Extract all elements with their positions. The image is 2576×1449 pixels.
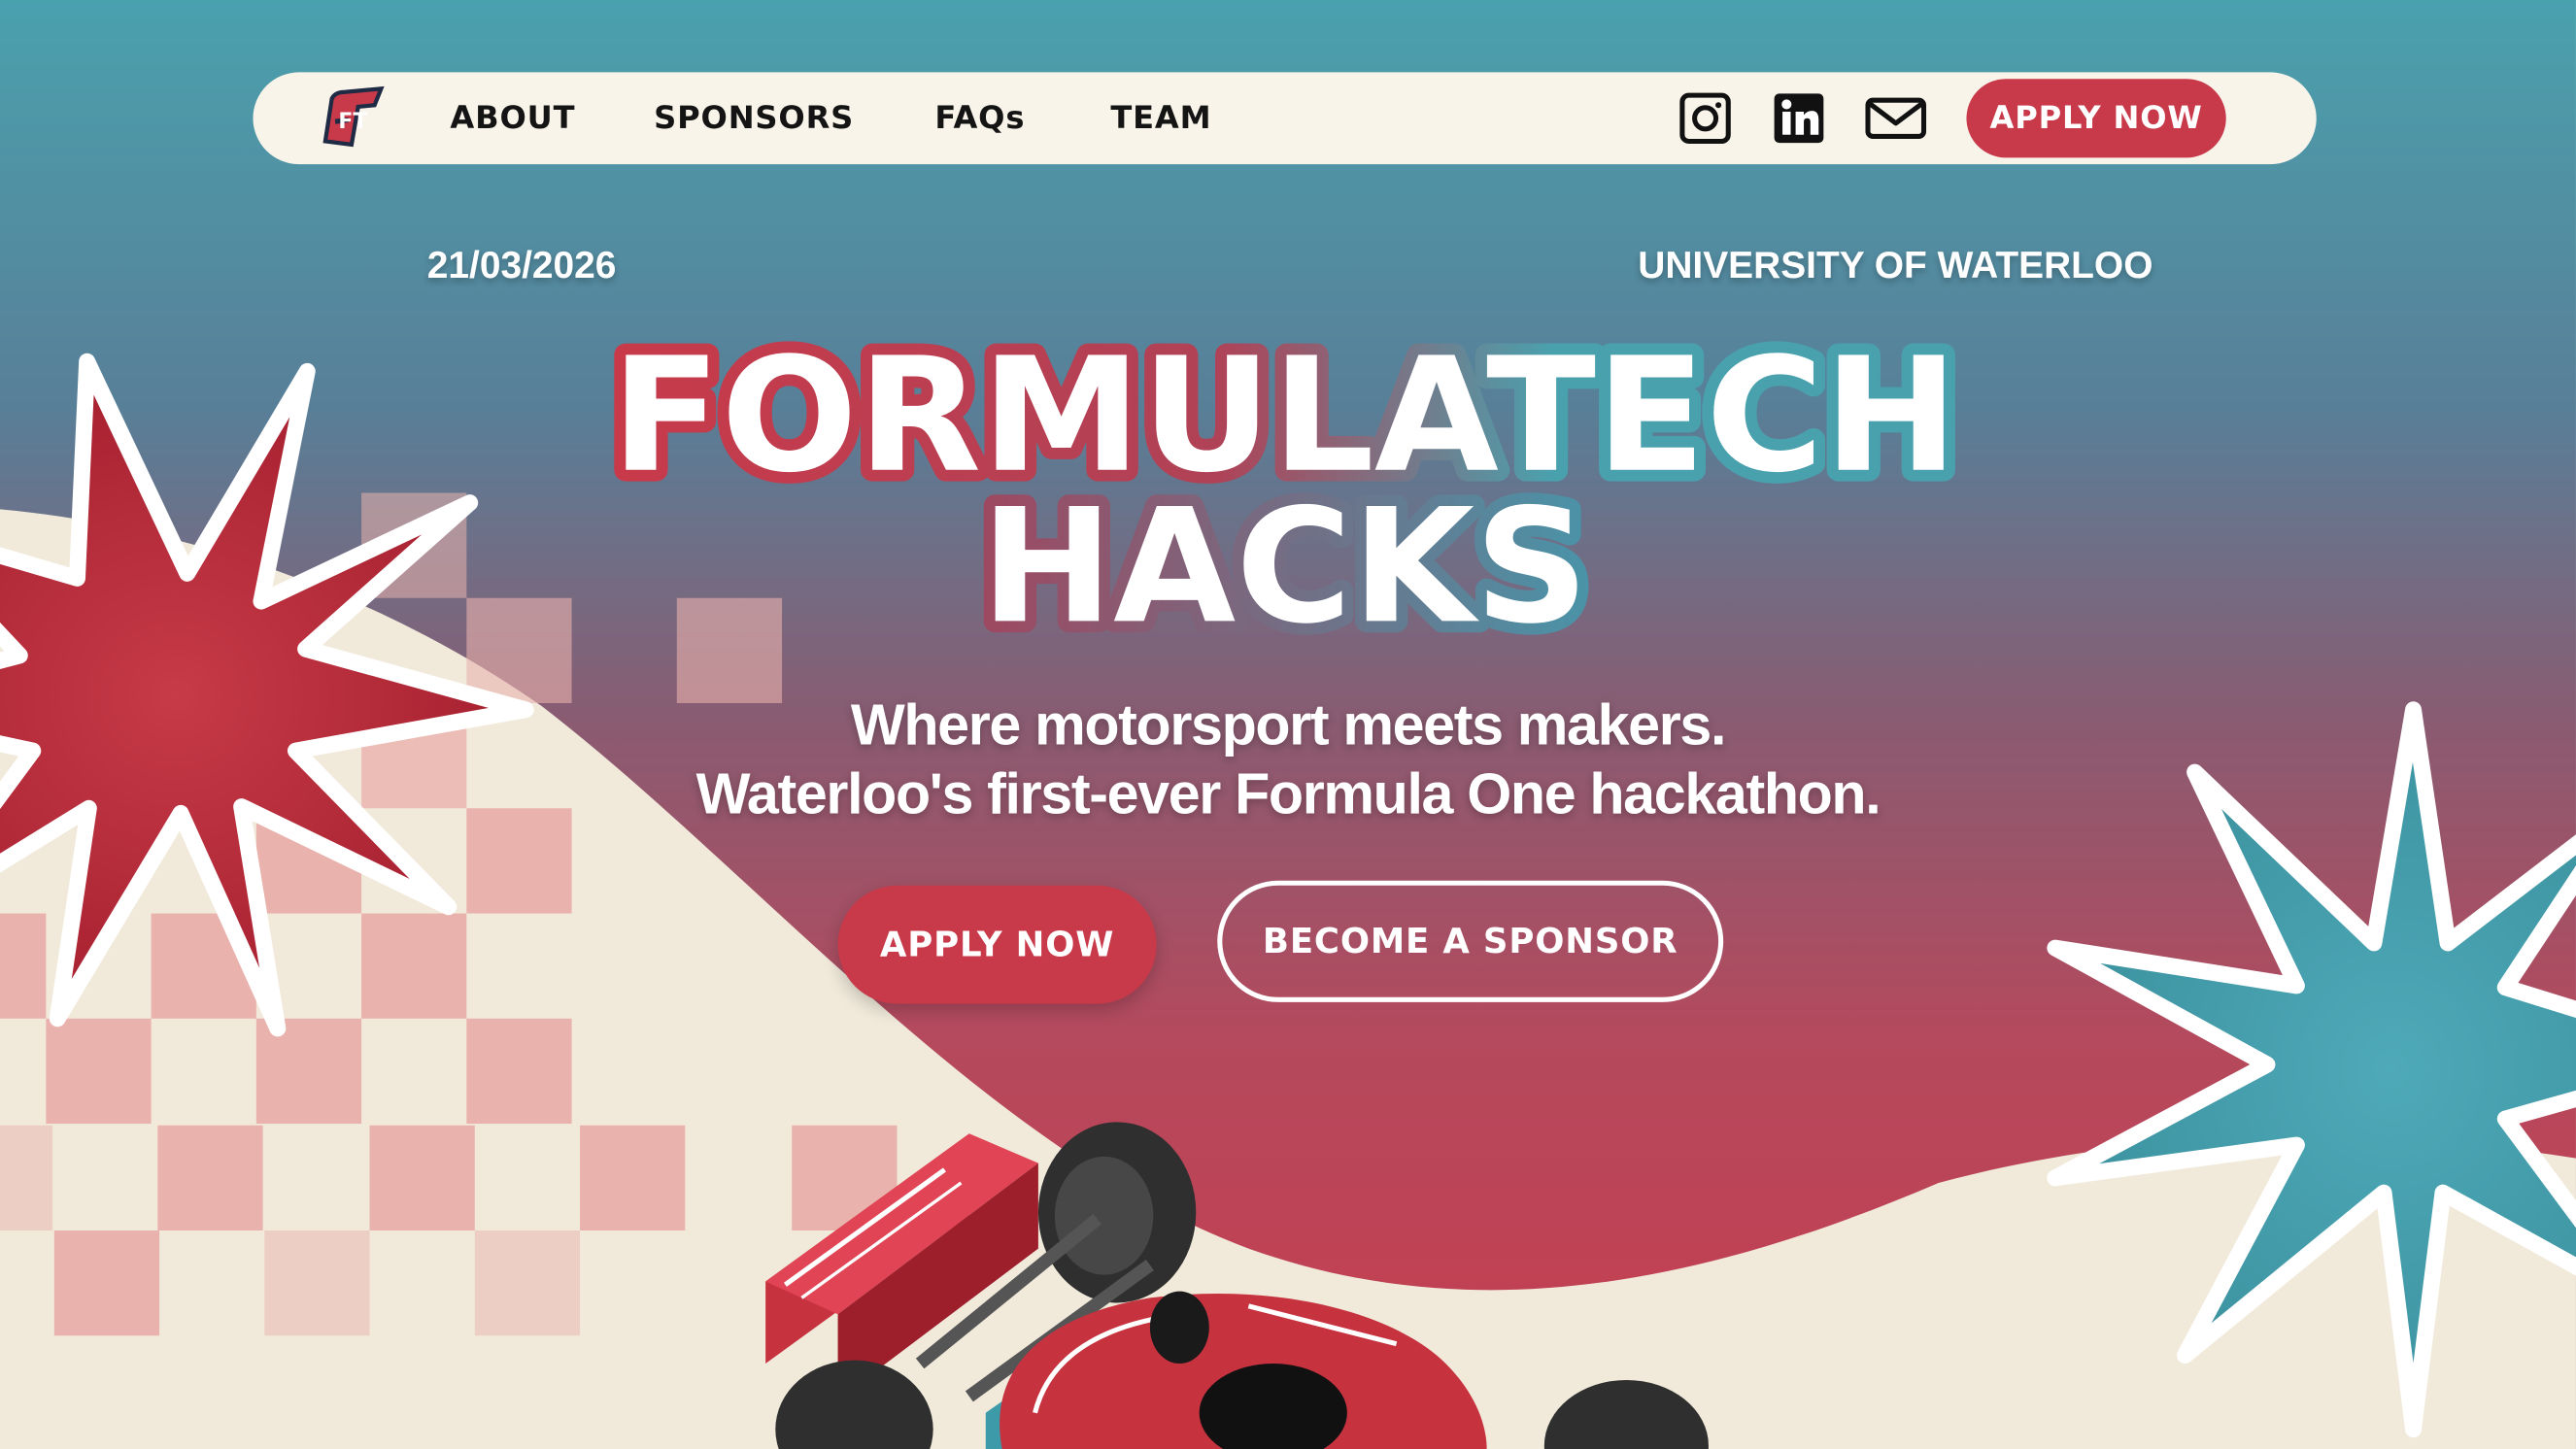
formulatech-logo[interactable]: FT (316, 85, 388, 152)
hero-apply-button[interactable]: APPLY NOW (837, 885, 1157, 1004)
tagline-line2: Waterloo's first-ever Formula One hackat… (695, 761, 1881, 826)
event-date: 21/03/2026 (426, 243, 617, 286)
nav-faqs-link[interactable]: FAQs (934, 100, 1025, 136)
nav-about-link[interactable]: ABOUT (450, 100, 575, 136)
page-stage: FT ABOUT SPONSORS FAQs TEAM APPLY NOW 21… (0, 0, 2576, 1449)
instagram-icon[interactable] (1679, 92, 1732, 145)
nav-sponsors-link[interactable]: SPONSORS (654, 100, 854, 136)
nav-apply-button[interactable]: APPLY NOW (1966, 79, 2226, 158)
tagline-line1: Where motorsport meets makers. (850, 692, 1727, 758)
hero-tagline: Where motorsport meets makers. Waterloo'… (0, 691, 2576, 829)
mail-icon[interactable] (1865, 92, 1927, 145)
nav-team-link[interactable]: TEAM (1110, 100, 1211, 136)
become-sponsor-button[interactable]: BECOME A SPONSOR (1217, 880, 1724, 1002)
hero-title: FORMULATECH HACKS (599, 322, 1970, 651)
logo-text: FT (338, 110, 367, 134)
top-navbar: FT ABOUT SPONSORS FAQs TEAM APPLY NOW (253, 72, 2317, 165)
hero-title-line2: HACKS (981, 475, 1589, 650)
event-location: UNIVERSITY OF WATERLOO (1638, 243, 2153, 286)
linkedin-icon[interactable] (1773, 92, 1825, 145)
